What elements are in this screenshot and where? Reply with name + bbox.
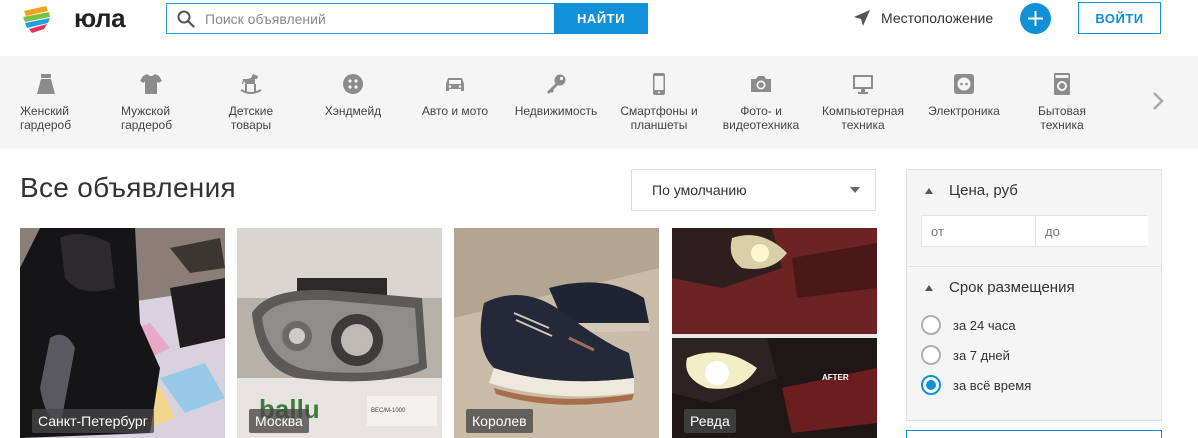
camera-icon <box>751 76 771 92</box>
category-kids[interactable]: Детские товары <box>220 56 282 149</box>
radio-label: за 24 часа <box>953 317 1016 333</box>
box-model-text: ВЕС/М-1000 <box>371 408 406 414</box>
period-option-7d[interactable]: за 7 дней <box>921 345 1010 365</box>
period-option-24h[interactable]: за 24 часа <box>921 315 1016 335</box>
filter-panel: Цена, руб Срок размещения за 24 часа за … <box>906 169 1162 421</box>
category-smartphones[interactable]: Смартфоны и планшеты <box>614 56 704 149</box>
category-label: Мужской гардероб <box>121 104 173 132</box>
period-option-all[interactable]: за всё время <box>921 375 1031 395</box>
category-womens-wardrobe[interactable]: Женский гардероб <box>20 56 90 149</box>
price-filter-toggle[interactable]: Цена, руб <box>925 182 1018 199</box>
location-selector[interactable]: Местоположение <box>852 7 993 29</box>
radio-button[interactable] <box>921 345 941 365</box>
category-label: Бытовая техника <box>1038 104 1086 132</box>
divider <box>907 266 1161 267</box>
category-label: Хэндмейд <box>324 104 382 118</box>
radio-label: за 7 дней <box>953 347 1010 363</box>
car-icon <box>446 78 464 91</box>
plus-icon <box>1028 11 1043 26</box>
apply-filters-button[interactable] <box>906 430 1162 438</box>
triangle-up-icon <box>925 187 933 194</box>
after-label: AFTER <box>822 373 849 382</box>
radio-button[interactable] <box>921 315 941 335</box>
price-filter-title: Цена, руб <box>949 182 1018 199</box>
chevron-right-icon[interactable] <box>1150 90 1166 112</box>
listing-card[interactable]: Санкт-Петербург <box>20 228 225 438</box>
category-electronics[interactable]: Электроника <box>922 56 1006 149</box>
chevron-down-icon <box>850 187 860 193</box>
category-mens-wardrobe[interactable]: Мужской гардероб <box>121 56 183 149</box>
search-button[interactable]: НАЙТИ <box>554 3 648 34</box>
category-label: Авто и мото <box>421 104 489 118</box>
triangle-up-icon <box>925 284 933 291</box>
logo-text[interactable]: юла <box>74 3 126 34</box>
category-appliances[interactable]: Бытовая техника <box>1030 56 1094 149</box>
add-listing-button[interactable] <box>1020 3 1051 34</box>
socket-icon <box>954 74 974 94</box>
skirt-icon <box>37 74 55 94</box>
period-filter-title: Срок размещения <box>949 279 1075 296</box>
sort-dropdown[interactable]: По умолчанию <box>631 169 876 211</box>
location-label: Местоположение <box>881 10 994 26</box>
city-badge: Москва <box>249 409 309 433</box>
smartphone-icon <box>653 73 665 95</box>
listing-card[interactable]: AFTER Ревда <box>672 228 877 438</box>
category-label: Недвижимость <box>514 104 598 118</box>
search-input[interactable] <box>205 4 545 33</box>
category-bar: Женский гардероб Мужской гардероб Детски… <box>0 56 1198 149</box>
page-title: Все объявления <box>20 172 236 203</box>
price-from-input[interactable] <box>922 216 1035 246</box>
category-real-estate[interactable]: Недвижимость <box>510 56 602 149</box>
price-range <box>921 215 1148 247</box>
city-badge: Санкт-Петербург <box>32 409 154 433</box>
listing-photo: ballu ВЕС/М-1000 <box>237 228 442 438</box>
category-label: Компьютерная техника <box>822 104 904 132</box>
category-handmade[interactable]: Хэндмейд <box>318 56 388 149</box>
listing-photo <box>20 228 225 438</box>
logo-icon[interactable] <box>20 2 54 36</box>
login-button[interactable]: ВОЙТИ <box>1078 2 1161 34</box>
listing-photo <box>454 228 659 438</box>
radio-label: за всё время <box>953 377 1032 393</box>
rocking-horse-icon <box>240 74 262 94</box>
washing-machine-icon <box>1054 73 1070 95</box>
category-auto-moto[interactable]: Авто и мото <box>416 56 494 149</box>
listing-photo: AFTER <box>672 228 877 438</box>
category-computers[interactable]: Компьютерная техника <box>816 56 910 149</box>
category-label: Фото- и видеотехника <box>722 104 800 132</box>
city-badge: Королев <box>466 409 533 433</box>
button-icon <box>343 74 363 94</box>
radio-button-checked[interactable] <box>921 375 941 395</box>
city-badge: Ревда <box>684 409 736 433</box>
monitor-icon <box>853 75 873 94</box>
category-photo-video[interactable]: Фото- и видеотехника <box>716 56 806 149</box>
search-icon <box>177 10 195 28</box>
location-arrow-icon <box>854 10 870 26</box>
sort-selected-value: По умолчанию <box>652 182 747 198</box>
header: юла НАЙТИ Местоположение ВОЙТИ <box>0 0 1198 52</box>
category-label: Женский гардероб <box>20 104 72 132</box>
period-filter-toggle[interactable]: Срок размещения <box>925 279 1075 296</box>
key-icon <box>547 74 566 94</box>
category-label: Детские товары <box>228 104 274 132</box>
category-label: Электроника <box>928 104 1000 118</box>
listing-card[interactable]: Королев <box>454 228 659 438</box>
price-to-input[interactable] <box>1035 216 1148 246</box>
listing-card[interactable]: ballu ВЕС/М-1000 Москва <box>237 228 442 438</box>
tshirt-icon <box>140 74 162 94</box>
search-box[interactable] <box>166 3 555 34</box>
category-label: Смартфоны и планшеты <box>620 104 698 132</box>
